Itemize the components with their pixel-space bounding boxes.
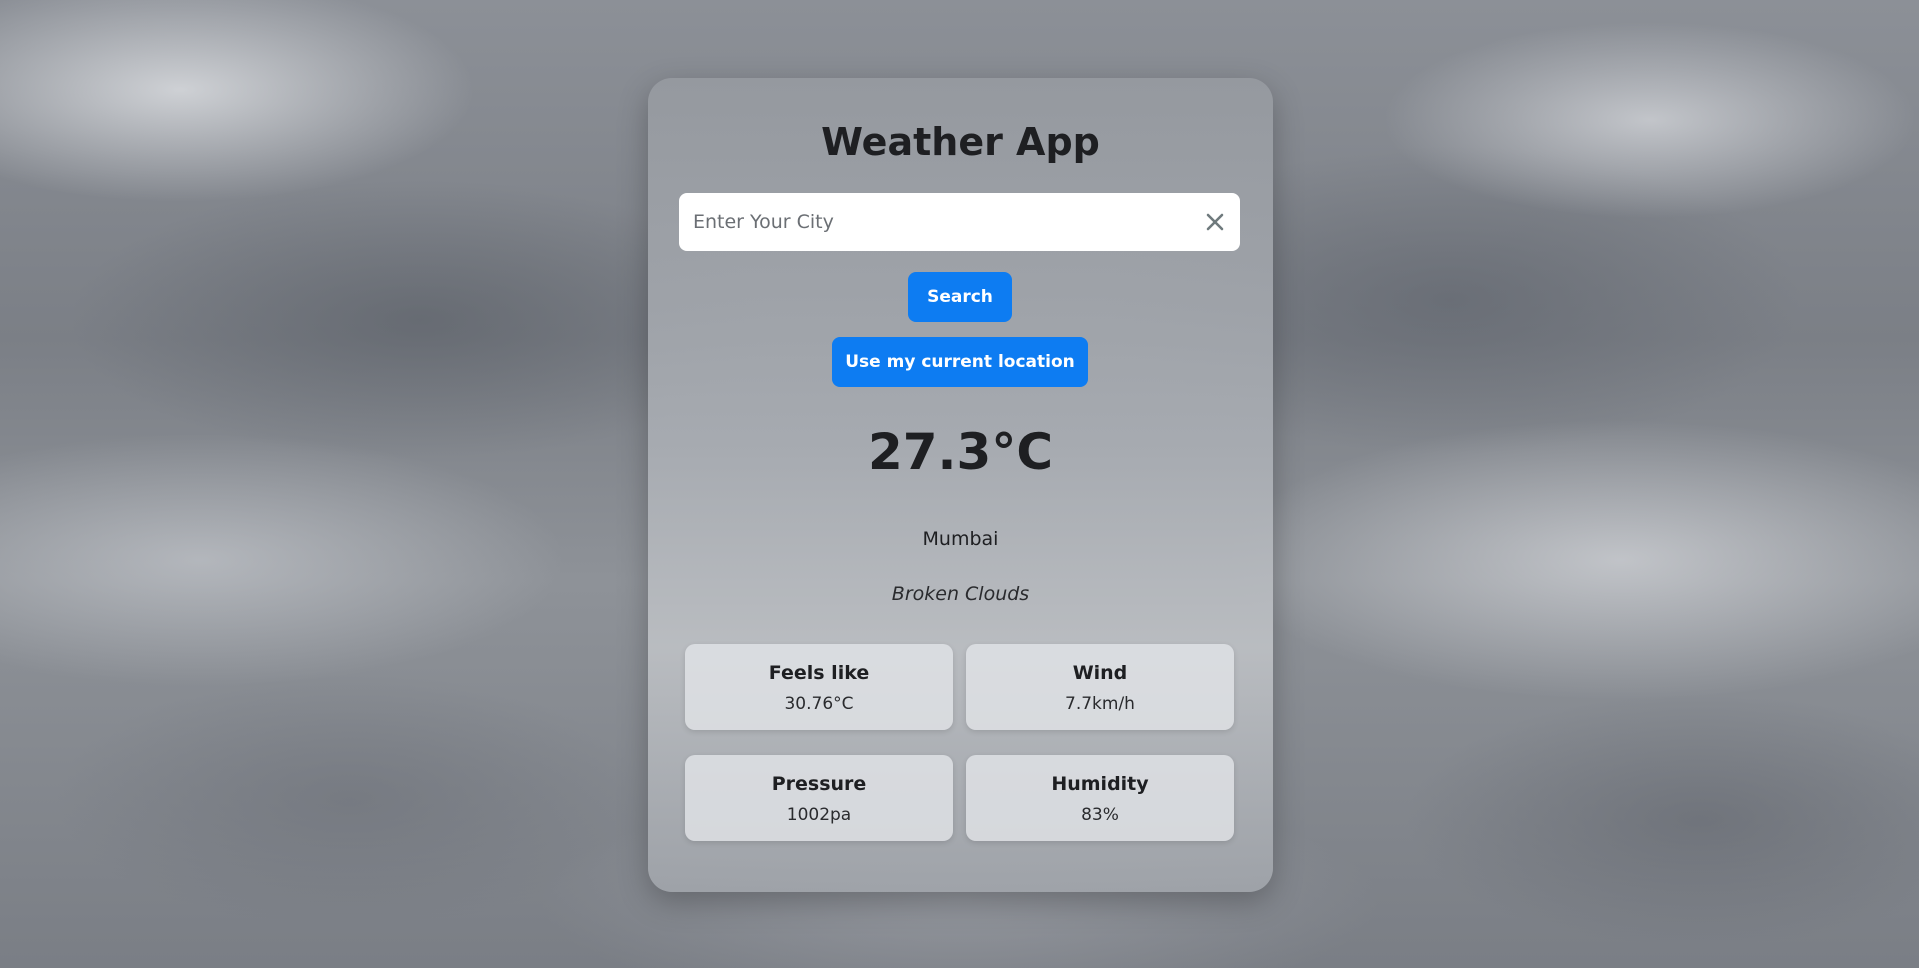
city-name: Mumbai [922,528,999,550]
tile-label: Feels like [768,662,870,684]
weather-description: Broken Clouds [891,583,1030,605]
search-button[interactable]: Search [908,272,1012,322]
use-current-location-button[interactable]: Use my current location [832,337,1088,387]
app-title: Weather App [821,120,1100,164]
tile-value: 30.76°C [784,694,854,714]
wind-tile: Wind 7.7km/h [966,644,1234,730]
city-search-box [679,193,1240,251]
humidity-tile: Humidity 83% [966,755,1234,841]
feels-like-tile: Feels like 30.76°C [685,644,953,730]
pressure-tile: Pressure 1002pa [685,755,953,841]
tile-label: Pressure [771,773,867,795]
tile-value: 7.7km/h [1065,694,1135,714]
city-search-input[interactable] [679,193,1169,251]
tile-label: Humidity [1051,773,1149,795]
weather-card: Weather App Search Use my current locati… [648,78,1273,892]
tile-value: 1002pa [786,805,852,825]
close-icon[interactable] [1204,211,1226,233]
temperature-readout: 27.3°C [867,423,1054,481]
tile-value: 83% [1081,805,1119,825]
tile-label: Wind [1072,662,1128,684]
